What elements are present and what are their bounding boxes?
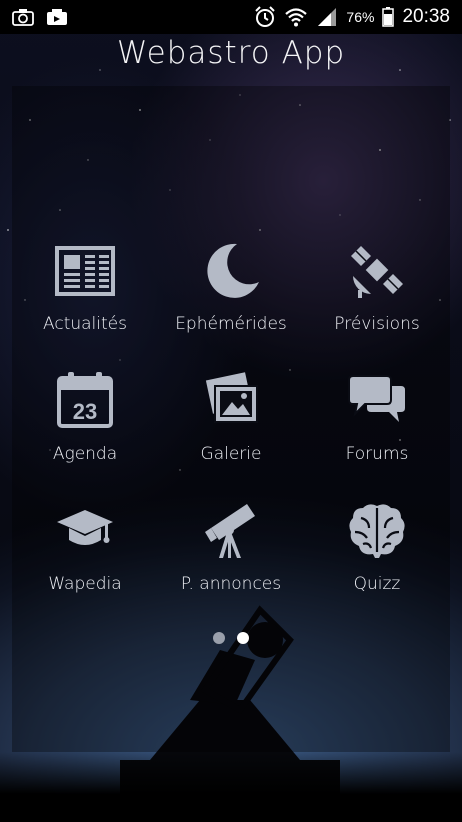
menu-item-ephemerides[interactable]: Ephémérides	[158, 240, 304, 334]
alarm-icon	[255, 6, 276, 27]
telescope-icon	[205, 504, 255, 558]
menu-item-agenda[interactable]: 23 Agenda	[12, 370, 158, 464]
battery-icon	[382, 7, 395, 27]
status-bar: 76% 20:38	[0, 0, 462, 34]
chat-bubbles-icon	[348, 375, 405, 422]
menu-item-actualites[interactable]: Actualités	[12, 240, 158, 334]
menu-item-wapedia[interactable]: Wapedia	[12, 500, 158, 594]
menu-item-petites-annonces[interactable]: P. annonces	[158, 500, 304, 594]
wifi-icon	[285, 8, 308, 27]
graduation-cap-icon	[57, 510, 113, 545]
calendar-date: 23	[73, 399, 97, 424]
menu-item-galerie[interactable]: Galerie	[158, 370, 304, 464]
menu-item-forums[interactable]: Forums	[304, 370, 450, 464]
signal-icon	[318, 8, 337, 26]
page-dot-1[interactable]	[213, 632, 225, 644]
page-indicator	[0, 632, 462, 644]
satellite-icon	[351, 246, 403, 298]
moon-icon	[207, 243, 259, 298]
menu-item-label: Quizz	[353, 574, 401, 594]
calendar-icon: 23	[57, 372, 113, 428]
menu-item-label: Galerie	[200, 444, 262, 464]
brain-icon	[349, 504, 405, 558]
photos-icon	[205, 372, 258, 423]
menu-item-quizz[interactable]: Quizz	[304, 500, 450, 594]
battery-percent: 76%	[346, 9, 375, 25]
menu-item-label: Actualités	[43, 314, 127, 334]
menu-item-label: Prévisions	[334, 314, 420, 334]
app-title: Webastro App	[116, 35, 346, 71]
menu-item-label: Wapedia	[48, 574, 122, 594]
clock: 20:38	[402, 6, 450, 27]
page-dot-2[interactable]	[237, 632, 249, 644]
menu-item-previsions[interactable]: Prévisions	[304, 240, 450, 334]
camera-icon	[12, 9, 34, 26]
menu-item-label: P. annonces	[180, 574, 282, 594]
menu-item-label: Ephémérides	[175, 314, 287, 334]
ground-shadow	[0, 752, 462, 822]
newspaper-icon	[55, 246, 115, 296]
menu-item-label: Agenda	[52, 444, 118, 464]
menu-item-label: Forums	[345, 444, 409, 464]
gallery-notification-icon	[47, 9, 67, 25]
